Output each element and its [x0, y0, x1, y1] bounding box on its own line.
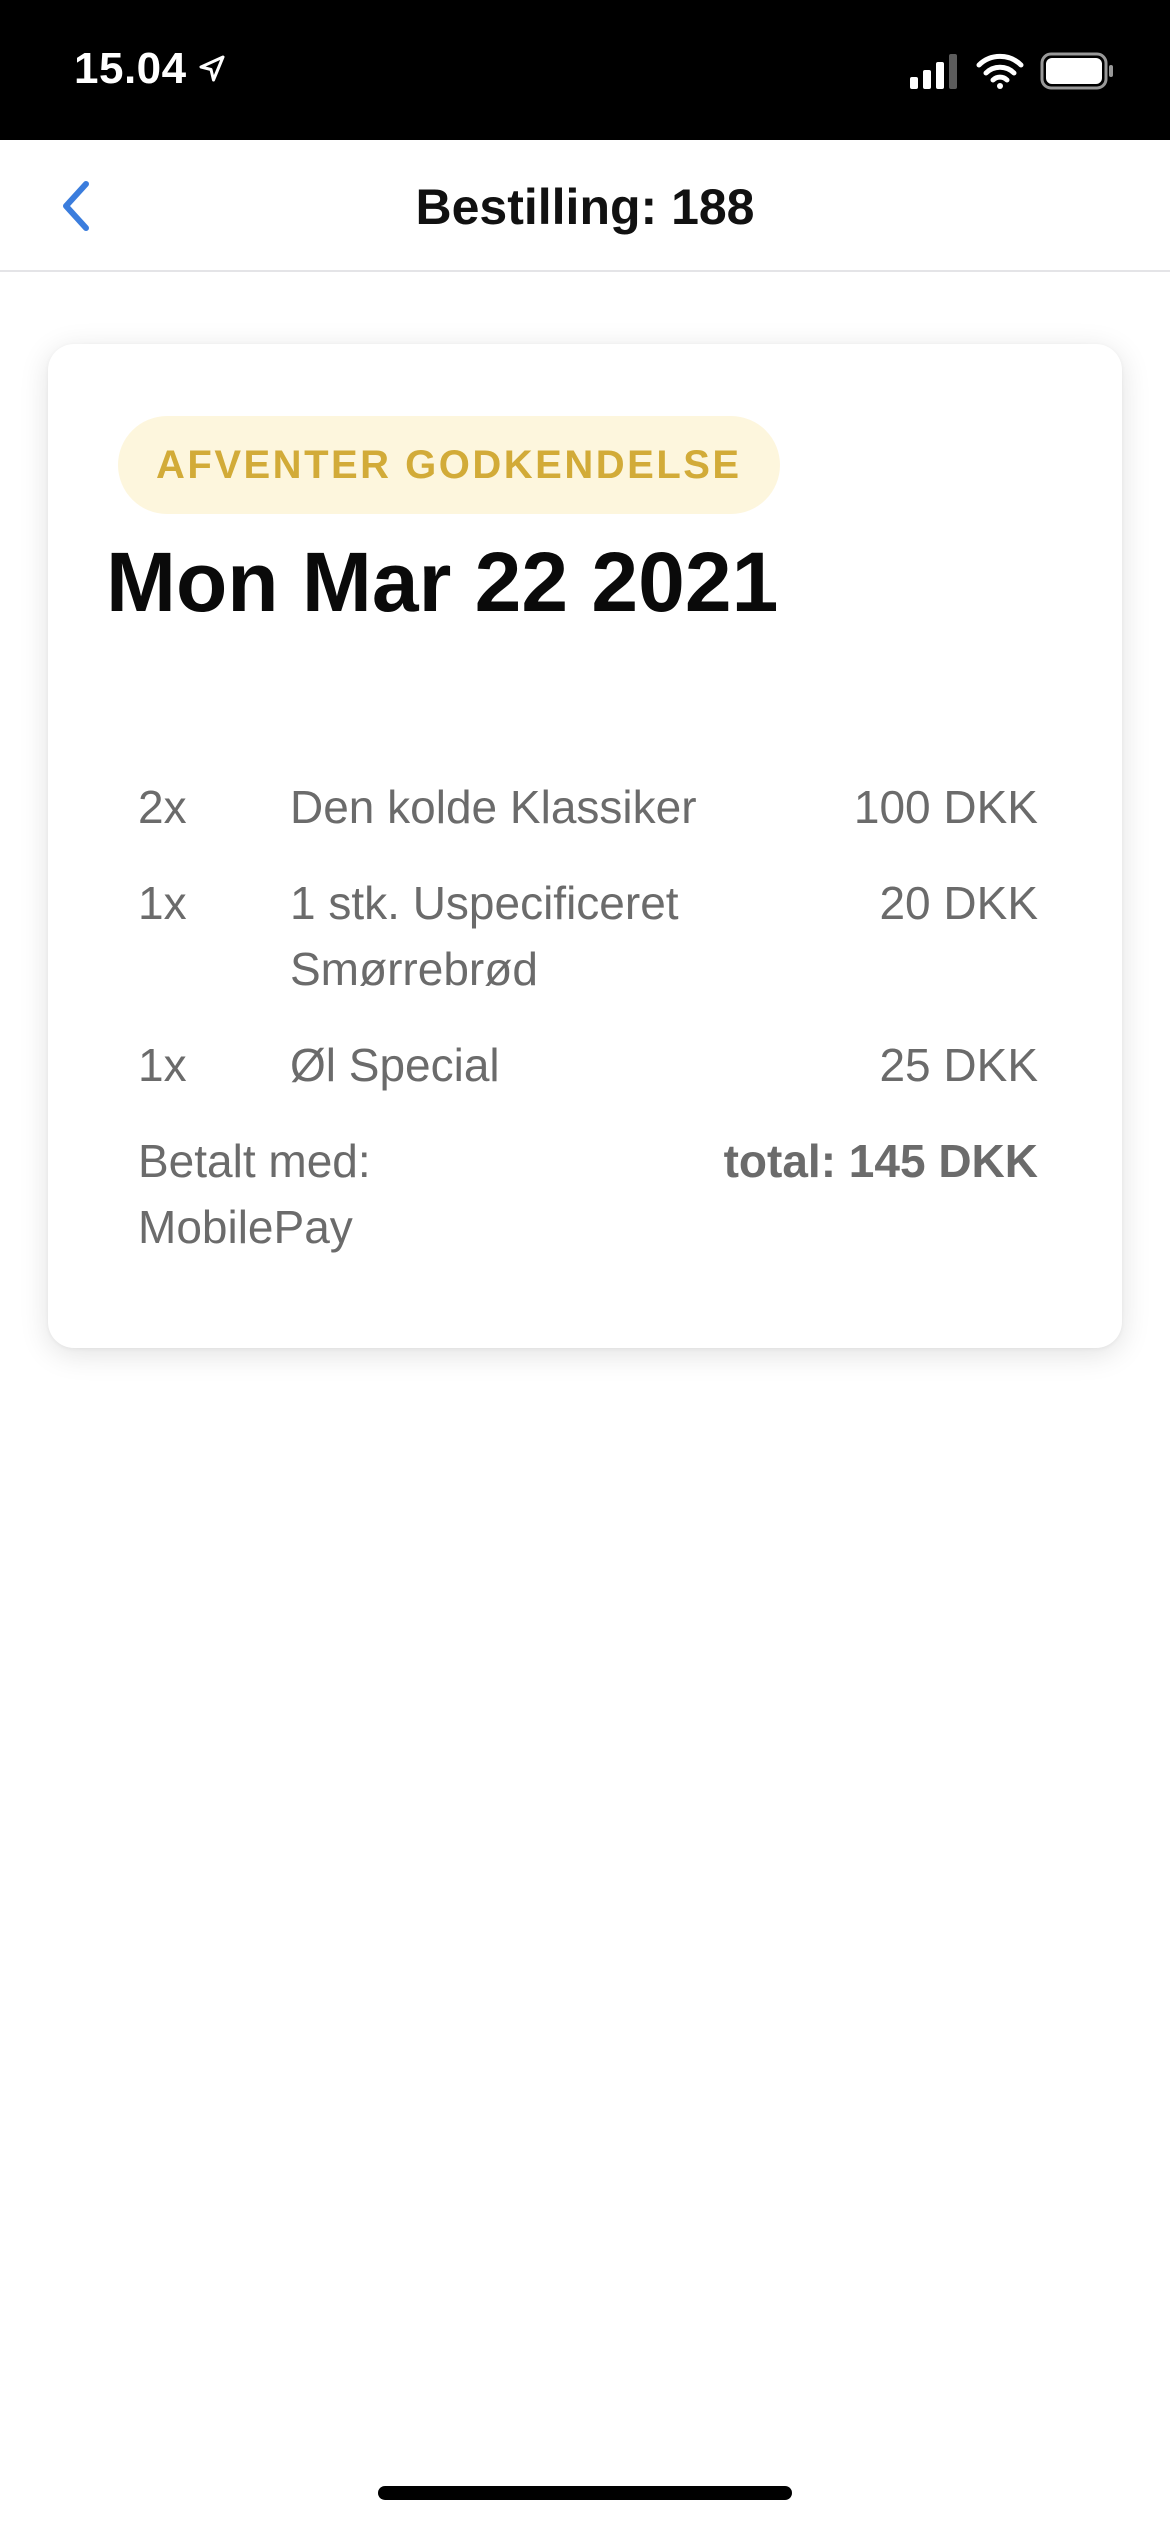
item-quantity: 1x	[138, 1039, 187, 1091]
item-name: Øl Special	[290, 1039, 500, 1091]
order-card: AFVENTER GODKENDELSE Mon Mar 22 2021 2x …	[48, 344, 1122, 1348]
status-icons	[910, 52, 1114, 90]
order-items-list: 2x Den kolde Klassiker 100 DKK 1x 1 stk.…	[138, 774, 1038, 1260]
item-quantity: 2x	[138, 781, 187, 833]
location-arrow-icon	[199, 55, 225, 82]
item-name: 1 stk. Uspecificeret Smørrebrød	[290, 877, 679, 995]
status-bar: 15.04	[0, 0, 1170, 140]
order-detail-screen: 15.04 Bestilling: 188 AFVENTER GODKENDEL…	[0, 0, 1170, 2532]
item-quantity: 1x	[138, 877, 187, 929]
page-title: Bestilling: 188	[415, 179, 755, 235]
order-date: Mon Mar 22 2021	[106, 535, 779, 629]
list-item: 2x Den kolde Klassiker 100 DKK	[138, 774, 1038, 840]
navigation-bar: Bestilling: 188	[0, 140, 1170, 272]
wifi-icon	[976, 53, 1024, 89]
home-indicator[interactable]	[378, 2486, 792, 2500]
payment-method: Betalt med: MobilePay	[138, 1135, 371, 1253]
list-item: 1x 1 stk. Uspecificeret Smørrebrød 20 DK…	[138, 870, 1038, 1002]
order-total: total: 145 DKK	[723, 1135, 1038, 1187]
cellular-signal-icon	[910, 54, 957, 89]
item-name: Den kolde Klassiker	[290, 781, 697, 833]
list-item: 1x Øl Special 25 DKK	[138, 1032, 1038, 1098]
status-time: 15.04	[74, 44, 187, 93]
status-time-group: 15.04	[74, 44, 227, 94]
item-price: 25 DKK	[879, 1039, 1038, 1091]
order-summary: Betalt med: MobilePay total: 145 DKK	[138, 1128, 1038, 1260]
item-price: 20 DKK	[879, 877, 1038, 929]
status-badge: AFVENTER GODKENDELSE	[118, 416, 780, 514]
battery-icon	[1040, 52, 1113, 90]
item-price: 100 DKK	[853, 781, 1038, 833]
